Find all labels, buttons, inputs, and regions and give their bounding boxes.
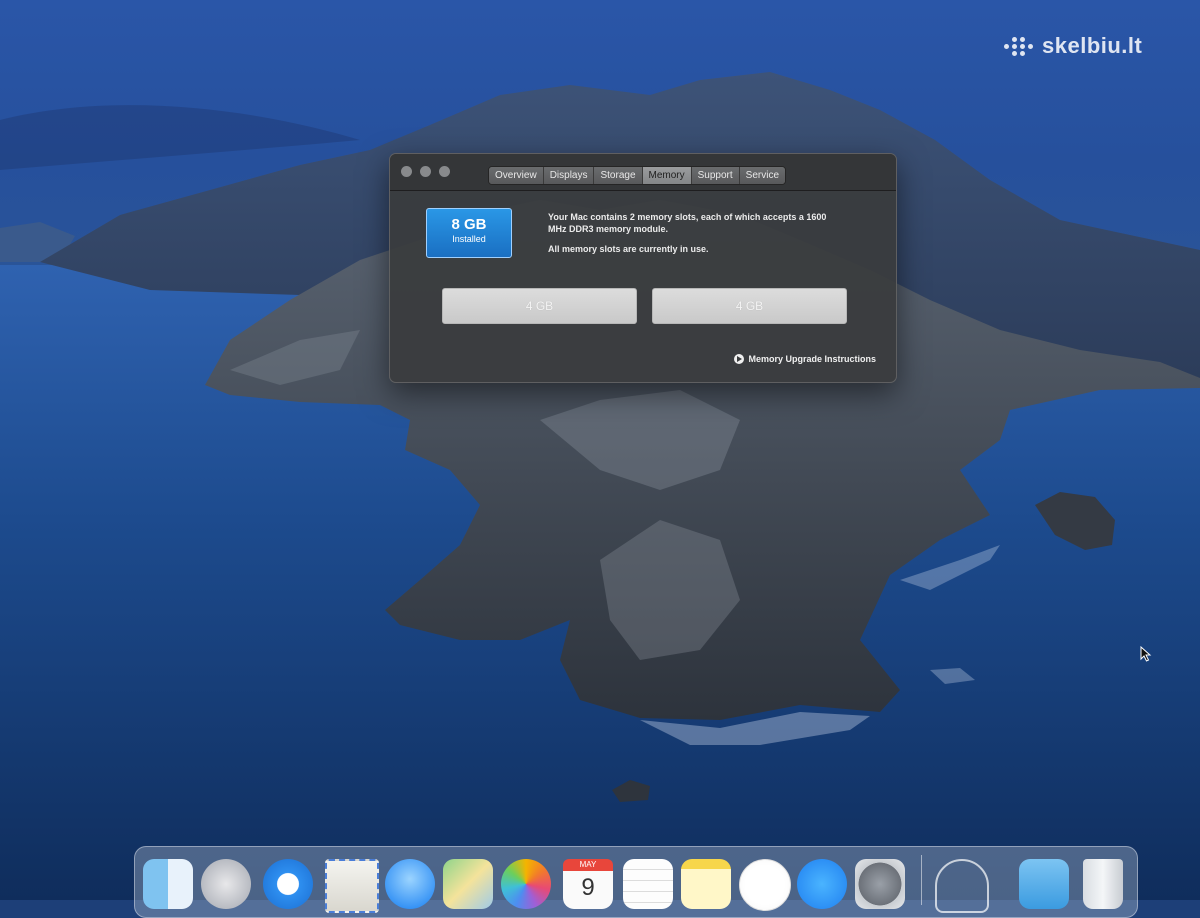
tab-bar: Overview Displays Storage Memory Support…	[488, 166, 787, 185]
memory-description: Your Mac contains 2 memory slots, each o…	[548, 211, 838, 263]
installed-memory-badge: 8 GB Installed	[426, 208, 512, 258]
tab-memory[interactable]: Memory	[642, 167, 692, 184]
app-store-icon[interactable]	[797, 859, 847, 909]
memory-slot-1: 4 GB	[442, 288, 637, 324]
zoom-button[interactable]	[439, 166, 450, 177]
installed-memory-amount: 8 GB	[451, 216, 487, 233]
dock-separator	[921, 855, 922, 905]
window-controls	[401, 166, 450, 177]
memory-upgrade-label: Memory Upgrade Instructions	[748, 354, 876, 364]
system-preferences-icon[interactable]	[855, 859, 905, 909]
tab-storage[interactable]: Storage	[594, 167, 643, 184]
maps-icon[interactable]	[443, 859, 493, 909]
memory-slot-2: 4 GB	[652, 288, 847, 324]
minimize-button[interactable]	[420, 166, 431, 177]
skelbiu-watermark: skelbiu.lt	[1004, 32, 1142, 60]
utility-icon[interactable]	[935, 859, 989, 913]
wallpaper-catalina-island	[0, 72, 1200, 900]
tab-service[interactable]: Service	[739, 167, 786, 184]
installed-memory-label: Installed	[452, 234, 486, 244]
photos-icon[interactable]	[501, 859, 551, 909]
calendar-month: MAY	[563, 859, 613, 871]
music-icon[interactable]	[739, 859, 791, 911]
trash-icon[interactable]	[1083, 859, 1123, 909]
tab-support[interactable]: Support	[691, 167, 740, 184]
watermark-text: skelbiu.lt	[1042, 33, 1143, 58]
safari-icon[interactable]	[263, 859, 313, 909]
memory-slots-text: Your Mac contains 2 memory slots, each o…	[548, 212, 827, 234]
about-this-mac-window: Overview Displays Storage Memory Support…	[389, 153, 897, 383]
tab-overview[interactable]: Overview	[489, 167, 544, 184]
launchpad-icon[interactable]	[201, 859, 251, 909]
close-button[interactable]	[401, 166, 412, 177]
mail-icon[interactable]	[325, 859, 379, 913]
arrow-circle-icon	[734, 354, 745, 364]
downloads-folder-icon[interactable]	[1019, 859, 1069, 909]
mouse-pointer-icon	[1140, 646, 1152, 662]
window-titlebar[interactable]: Overview Displays Storage Memory Support…	[390, 154, 896, 191]
dock: MAY 9	[134, 846, 1138, 918]
desktop	[0, 0, 1200, 900]
calendar-icon[interactable]: MAY 9	[563, 859, 613, 909]
memory-upgrade-link[interactable]: Memory Upgrade Instructions	[734, 354, 876, 364]
memory-slots-status: All memory slots are currently in use.	[548, 244, 709, 254]
notes-icon[interactable]	[681, 859, 731, 909]
reminders-icon[interactable]	[623, 859, 673, 909]
finder-icon[interactable]	[143, 859, 193, 909]
tab-displays[interactable]: Displays	[543, 167, 595, 184]
messages-icon[interactable]	[385, 859, 435, 909]
skelbiu-logo-icon	[1004, 34, 1034, 58]
